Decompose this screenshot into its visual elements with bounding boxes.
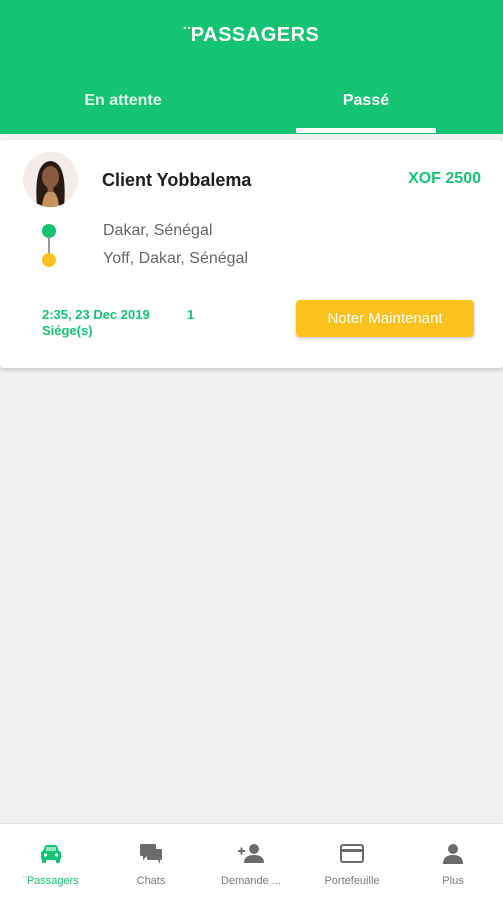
car-icon bbox=[41, 845, 61, 863]
tab-en-attente[interactable]: En attente bbox=[53, 92, 193, 110]
credit-card-icon bbox=[340, 844, 364, 863]
destination-dot-icon bbox=[42, 253, 56, 267]
bottom-nav: ¨Passagers Chats Demande ... Portefeuill… bbox=[0, 823, 503, 900]
client-name: Client Yobbalema bbox=[102, 170, 252, 190]
nav-label-portefeuille: Portefeuille bbox=[324, 875, 380, 887]
nav-label-chats: Chats bbox=[136, 875, 166, 887]
client-avatar bbox=[23, 152, 78, 207]
trip-datetime: 2:35, 23 Dec 2019 bbox=[42, 307, 150, 322]
nav-plus[interactable]: Plus bbox=[403, 824, 503, 900]
chat-icon bbox=[140, 844, 162, 864]
origin-location: Dakar, Sénégal bbox=[103, 222, 213, 239]
nav-chats[interactable]: Chats bbox=[101, 824, 201, 900]
destination-location: Yoff, Dakar, Sénégal bbox=[103, 250, 248, 267]
trip-price: XOF 2500 bbox=[408, 170, 481, 187]
route-line bbox=[48, 237, 50, 254]
nav-demande[interactable]: Demande ... bbox=[201, 824, 301, 900]
nav-label-demande: Demande ... bbox=[221, 875, 281, 887]
seats-label: Siége(s) bbox=[42, 323, 93, 338]
app-header: ¨PASSAGERS En attente Passé bbox=[0, 0, 503, 134]
trip-meta: 2:35, 23 Dec 2019 Siége(s) bbox=[42, 307, 150, 339]
nav-passagers[interactable]: ¨Passagers bbox=[1, 824, 101, 900]
active-tab-indicator bbox=[296, 128, 436, 133]
nav-label-plus: Plus bbox=[442, 875, 464, 887]
nav-portefeuille[interactable]: Portefeuille bbox=[302, 824, 402, 900]
page-title: ¨PASSAGERS bbox=[183, 24, 320, 46]
nav-label-passagers: ¨Passagers bbox=[23, 875, 79, 887]
trip-card[interactable]: Client Yobbalema XOF 2500 Dakar, Sénégal… bbox=[0, 140, 503, 368]
rate-now-button[interactable]: Noter Maintenant bbox=[296, 300, 474, 337]
tab-passe[interactable]: Passé bbox=[296, 92, 436, 110]
add-person-icon bbox=[238, 844, 264, 863]
origin-dot-icon bbox=[42, 224, 56, 238]
person-icon bbox=[443, 844, 463, 864]
seats-count: 1 bbox=[187, 307, 195, 322]
